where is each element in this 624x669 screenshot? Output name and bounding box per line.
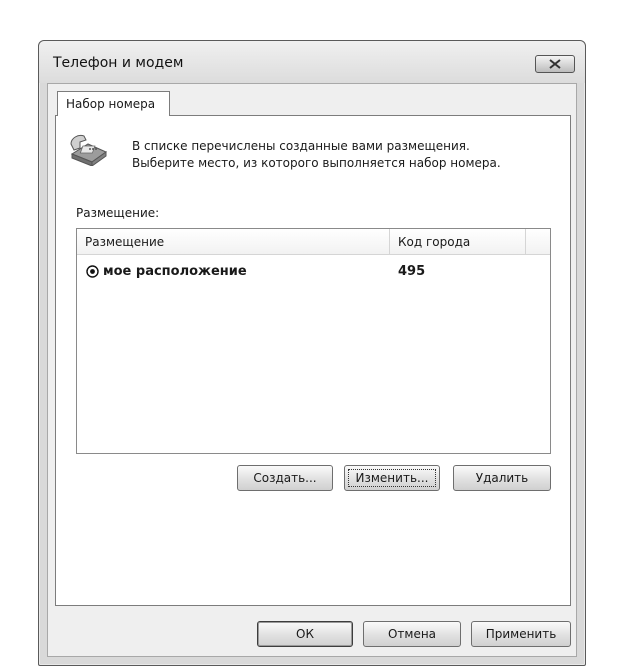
telephone-icon [70,135,108,166]
close-icon [549,59,561,69]
instructions-line-2: Выберите место, из которого выполняется … [132,156,501,170]
instructions-text: В списке перечислены созданные вами разм… [132,138,501,172]
list-header: Размещение Код города [77,229,550,255]
ok-button[interactable]: ОК [257,621,353,647]
list-item[interactable]: мое расположение 495 [77,263,550,283]
cancel-button[interactable]: Отмена [363,621,461,647]
edit-button[interactable]: Изменить... [344,465,440,491]
delete-button[interactable]: Удалить [453,465,551,491]
phone-and-modem-dialog: Телефон и модем Набор номера В списке пе… [38,40,586,666]
title-bar[interactable]: Телефон и модем [39,41,585,83]
locations-list[interactable]: Размещение Код города мое расположение 4… [76,228,551,454]
tab-panel: В списке перечислены созданные вами разм… [55,115,571,606]
dialog-client-area: Набор номера В списке перечислены создан… [47,83,577,657]
column-header-area-code[interactable]: Код города [390,229,526,254]
column-header-filler [526,229,550,254]
tab-label: Набор номера [66,97,156,111]
instructions-line-1: В списке перечислены созданные вами разм… [132,139,470,153]
create-button[interactable]: Создать... [237,465,333,491]
window-title: Телефон и модем [53,55,184,71]
close-button[interactable] [535,55,575,73]
column-header-location[interactable]: Размещение [77,229,390,254]
apply-button[interactable]: Применить [471,621,571,647]
locations-label: Размещение: [76,206,160,220]
radio-selected-icon[interactable] [86,265,99,278]
tab-dialing-rules[interactable]: Набор номера [57,91,170,116]
area-code-value: 495 [398,264,426,279]
location-name: мое расположение [103,264,247,279]
